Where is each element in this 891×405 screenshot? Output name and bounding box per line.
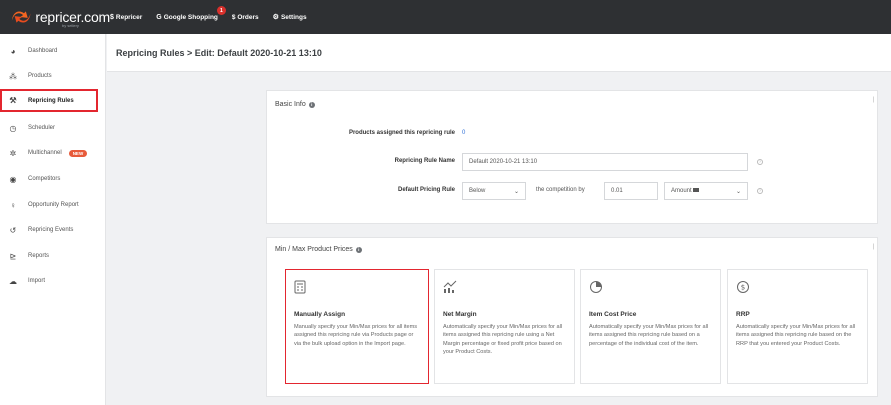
topnav-label: Settings [280,13,307,21]
tools-icon: ⚒ [9,96,17,105]
option-item-cost-price[interactable]: Item Cost Price Automatically specify yo… [580,269,721,384]
card-edge-marker: | [872,97,874,103]
brand-subtitle: by sellery [62,23,79,28]
sidebar-item-label: Opportunity Report [28,202,79,208]
page-header: Repricing Rules > Edit: Default 2020-10-… [107,34,891,72]
info-icon: i [308,101,315,108]
sidebar-item-label: Multichannel [28,150,62,156]
gear-icon: ⚙ [272,14,279,21]
topnav-settings[interactable]: ⚙ Settings [273,0,307,34]
amount-input[interactable]: 0.01 [604,182,658,200]
option-description: Automatically specify your Min/Max price… [589,324,709,347]
sidebar-item-label: Competitors [28,176,61,182]
chart-icon: ⊵ [9,251,17,261]
sidebar-item-repricing-events[interactable]: ↺ Repricing Events [0,221,106,239]
products-assigned-link[interactable]: 0 [462,130,465,136]
dollar-circle-icon: $ [736,280,859,298]
sidebar-item-label: Scheduler [28,125,56,131]
help-icon[interactable]: ? [757,159,763,165]
sidebar-item-multichannel[interactable]: ✲ Multichannel NEW [0,144,106,162]
option-title: Net Margin [443,311,477,318]
option-net-margin[interactable]: Net Margin Automatically specify your Mi… [434,269,575,384]
option-description: Automatically specify your Min/Max price… [443,324,563,356]
pie-chart-icon [589,280,712,298]
notification-badge: 1 [216,6,226,15]
history-icon: ↺ [9,225,17,235]
min-max-title: Min / Max Product Prices i [275,246,362,253]
brand-logo[interactable]: repricer.com by sellery [0,0,110,34]
dollar-icon: $ [110,13,114,21]
sidebar-item-label: Products [28,73,52,79]
dashboard-icon: ◕ [10,46,16,56]
sidebar-item-repricing-rules[interactable]: ⚒ Repricing Rules [0,89,98,112]
topnav-repricer[interactable]: $ Repricer [110,0,142,34]
sidebar-item-import[interactable]: ☁ Import [0,272,106,290]
svg-text:$: $ [741,284,745,292]
topnav-label: $ Orders [231,13,259,21]
sidebar-item-dashboard[interactable]: ◕ Dashboard [0,42,106,60]
sidebar-item-opportunity-report[interactable]: ♀ Opportunity Report [0,196,106,214]
topnav-google-shopping[interactable]: G Google Shopping 1 [156,0,226,34]
location-pin-icon: ♀ [10,200,16,210]
sidebar-item-label: Repricing Events [28,227,74,233]
chevron-down-icon: ⌄ [513,188,519,195]
bar-chart-icon [443,280,566,298]
network-icon: ✲ [9,148,17,158]
calculator-icon [294,280,420,298]
basic-info-title: Basic Info i [275,101,315,108]
products-icon: ⁂ [9,71,17,81]
default-pricing-rule-label: Default Pricing Rule [397,187,455,193]
new-badge: NEW [68,149,88,157]
help-icon[interactable]: ? [757,188,763,194]
competition-text: the competition by [536,187,585,193]
sidebar-item-competitors[interactable]: ◉ Competitors [0,170,106,188]
option-description: Automatically specify your Min/Max price… [736,324,856,347]
option-title: Item Cost Price [589,311,637,318]
amount-type-select[interactable]: Amount ⌄ [664,182,748,200]
sidebar-item-label: Reports [28,253,50,259]
sidebar-item-products[interactable]: ⁂ Products [0,67,106,85]
topnav-orders[interactable]: $ Orders [232,0,259,34]
sidebar-item-label: Import [28,278,46,284]
option-title: RRP [736,311,750,318]
topnav-label: Repricer [115,13,143,21]
pricing-direction-select[interactable]: Below ⌄ [462,182,526,200]
cloud-upload-icon: ☁ [9,276,17,286]
option-rrp[interactable]: $ RRP Automatically specify your Min/Max… [727,269,868,384]
page-title: Repricing Rules > Edit: Default 2020-10-… [116,47,322,58]
top-bar: repricer.com by sellery $ Repricer G Goo… [0,0,891,34]
rule-name-input[interactable]: Default 2020-10-21 13:10 [462,153,748,171]
card-edge-marker: | [872,244,874,250]
select-value: Amount [671,188,700,194]
google-icon: G [156,13,162,21]
products-assigned-label: Products assigned this repricing rule [348,130,455,136]
select-value: Below [469,188,486,194]
topnav-label: Google Shopping [163,13,218,21]
clock-icon: ◷ [9,123,17,133]
cash-icon [693,188,700,193]
chevron-down-icon: ⌄ [735,188,741,195]
basic-info-card: Basic Info i | Products assigned this re… [266,90,878,224]
sidebar-item-label: Dashboard [28,48,58,54]
info-icon: i [355,246,362,253]
sidebar: ◕ Dashboard ⁂ Products ⚒ Repricing Rules… [0,34,106,405]
eye-icon: ◉ [9,174,17,184]
option-description: Manually specify your Min/Max prices for… [294,324,418,347]
option-title: Manually Assign [294,311,346,318]
sidebar-item-reports[interactable]: ⊵ Reports [0,247,106,265]
sidebar-item-label: Repricing Rules [28,97,74,104]
option-manually-assign[interactable]: Manually Assign Manually specify your Mi… [285,269,429,384]
logo-icon [11,11,31,23]
top-nav: $ Repricer G Google Shopping 1 $ Orders … [110,0,321,34]
rule-name-label: Repricing Rule Name [394,158,455,164]
sidebar-item-scheduler[interactable]: ◷ Scheduler [0,119,106,137]
